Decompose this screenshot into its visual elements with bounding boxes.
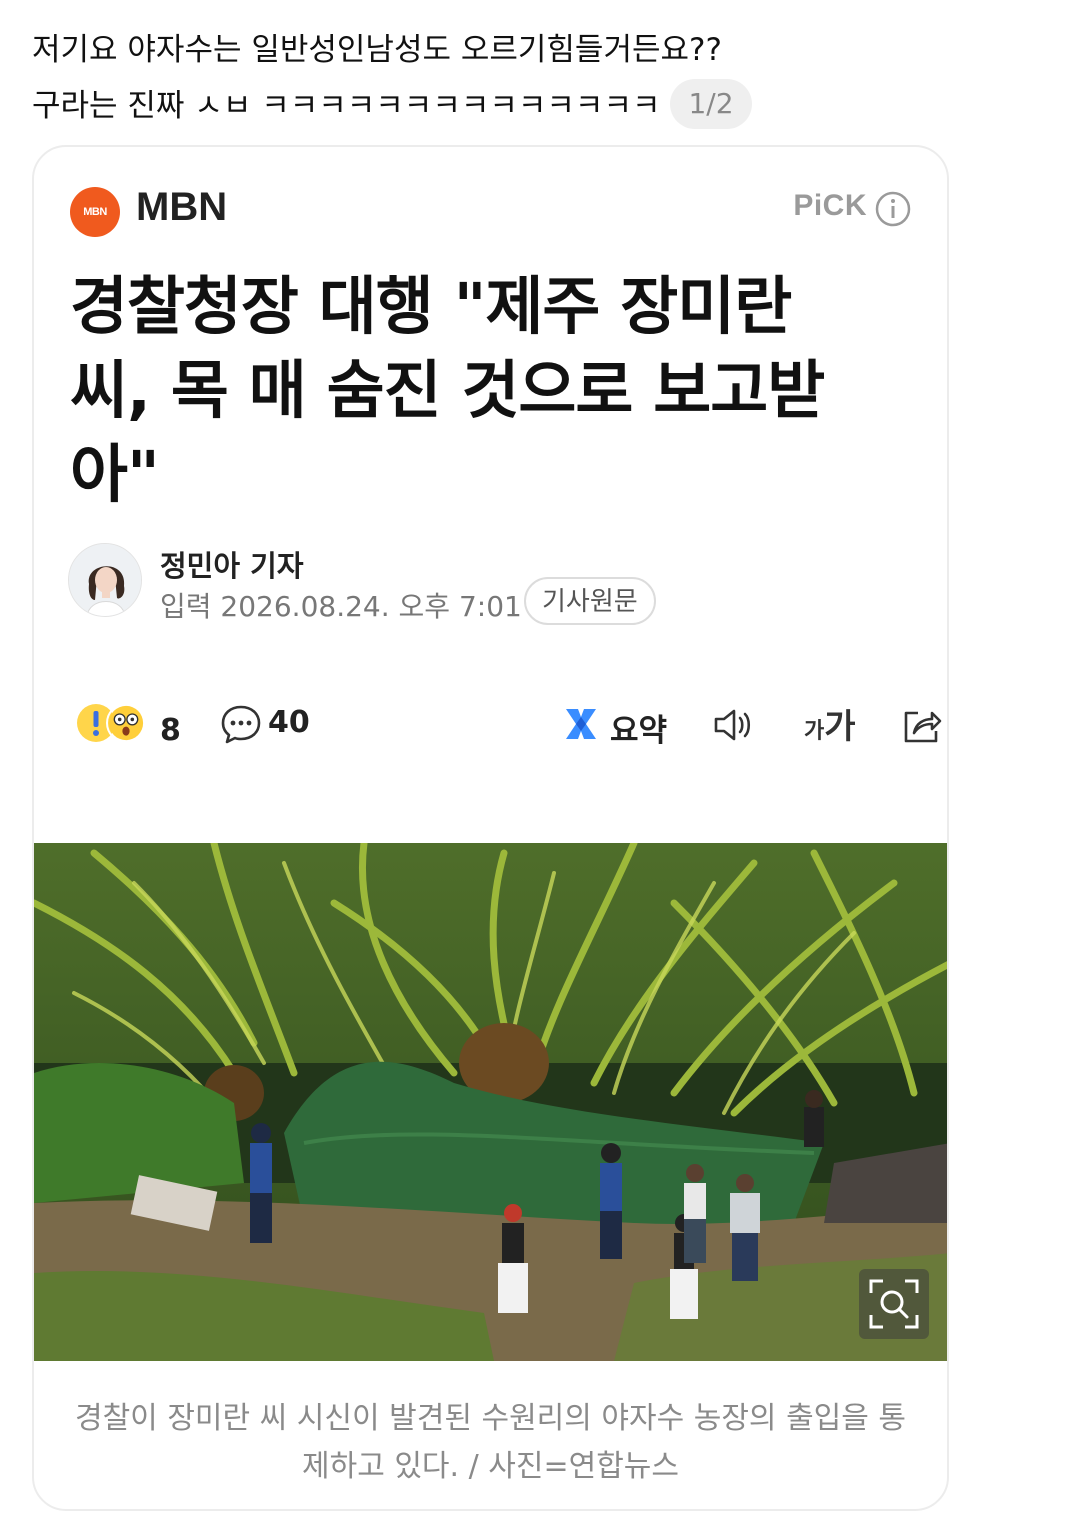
article-photo[interactable]: [34, 843, 947, 1361]
post-body: 저기요 야자수는 일반성인남성도 오르기힘들거든요?? 구라는 진짜 ㅅㅂ ㅋㅋ…: [32, 22, 932, 134]
shocked-emoji-icon: [106, 703, 146, 743]
article-card[interactable]: MBN MBN PiCK 경찰청장 대행 "제주 장미란 씨, 목 매 숨진 것…: [32, 145, 949, 1511]
reaction-count: 8: [160, 713, 181, 748]
press-logo[interactable]: MBN: [70, 187, 120, 237]
info-icon[interactable]: [875, 191, 911, 227]
share-icon[interactable]: [900, 703, 944, 747]
original-article-button[interactable]: 기사원문: [524, 577, 656, 625]
press-name[interactable]: MBN: [136, 185, 227, 230]
comment-count[interactable]: 40: [268, 705, 310, 740]
post-line-2-text: 구라는 진짜 ㅅㅂ ㅋㅋㅋㅋㅋㅋㅋㅋㅋㅋㅋㅋㅋㅋ: [32, 88, 661, 124]
post-line-1: 저기요 야자수는 일반성인남성도 오르기힘들거든요??: [32, 32, 722, 68]
publish-date: 입력 2026.08.24. 오후 7:01: [160, 590, 522, 623]
summary-icon[interactable]: [562, 705, 600, 743]
zoom-icon: [869, 1279, 919, 1329]
font-size-large-label: 가: [824, 707, 856, 747]
press-header: MBN MBN PiCK: [70, 183, 911, 239]
comment-icon[interactable]: [220, 703, 262, 745]
article-headline: 경찰청장 대행 "제주 장미란 씨, 목 매 숨진 것으로 보고받아": [70, 270, 825, 511]
speaker-icon[interactable]: [710, 703, 754, 747]
page-indicator: 1/2: [670, 78, 752, 129]
reporter-avatar[interactable]: [68, 543, 142, 617]
photo-caption: 경찰이 장미란 씨 시신이 발견된 수원리의 야자수 농장의 출입을 통제하고 …: [74, 1401, 907, 1484]
font-size-icon[interactable]: 가가: [804, 699, 856, 748]
reporter-name[interactable]: 정민아 기자: [160, 543, 304, 585]
zoom-button[interactable]: [859, 1269, 929, 1339]
action-bar: 8 40 요약 가가: [70, 695, 942, 755]
summary-button[interactable]: 요약: [610, 705, 667, 750]
post-line-2: 구라는 진짜 ㅅㅂ ㅋㅋㅋㅋㅋㅋㅋㅋㅋㅋㅋㅋㅋㅋ 1/2: [32, 78, 932, 134]
pick-label: PiCK: [793, 189, 867, 222]
byline: 정민아 기자 입력 2026.08.24. 오후 7:01 기사원문: [68, 543, 888, 625]
photo-palm-farm: [34, 843, 947, 1361]
font-size-small-label: 가: [804, 719, 825, 744]
